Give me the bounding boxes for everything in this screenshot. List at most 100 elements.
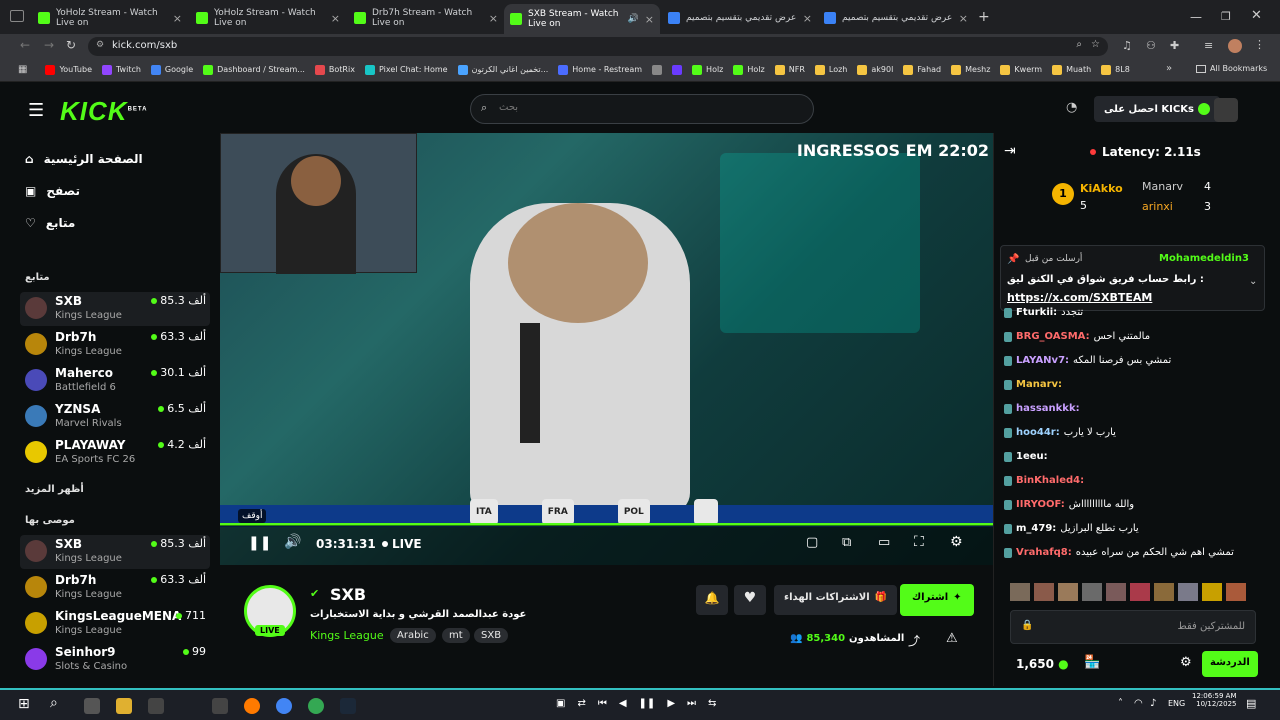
tag-chip[interactable]: Arabic: [390, 628, 436, 643]
bookmark-item[interactable]: Home - Restream: [558, 64, 642, 75]
bookmark-item[interactable]: Holz: [692, 64, 723, 75]
url-field[interactable]: ⚙ kick.com/sxb ⌕ ☆: [88, 37, 1108, 56]
puzzle-icon[interactable]: ✚: [1170, 39, 1179, 52]
bookmark-item[interactable]: ak90l: [857, 64, 893, 75]
bookmark-item[interactable]: Google: [150, 64, 193, 75]
chat-input[interactable]: 🔒 للمشتركين فقط: [1010, 610, 1256, 644]
star-icon[interactable]: ☆: [1091, 39, 1100, 50]
chat-username[interactable]: m_479:: [1016, 523, 1056, 534]
search-icon[interactable]: ⌕: [50, 695, 58, 711]
notifications-icon[interactable]: ◔: [1066, 100, 1077, 115]
get-kicks-button[interactable]: احصل على KICKs: [1094, 96, 1220, 122]
skip-back-icon[interactable]: ⏮: [598, 698, 607, 709]
leaderboard-name[interactable]: Manarv: [1142, 180, 1183, 193]
sidebar-channel[interactable]: PLAYAWAY EA Sports FC 26 4.2 ألف: [20, 436, 210, 470]
follow-heart-button[interactable]: ♥: [734, 585, 766, 615]
tag-chip[interactable]: SXB: [474, 628, 509, 643]
audio-icon[interactable]: 🔊: [628, 14, 639, 24]
site-info-icon[interactable]: ⚙: [96, 40, 104, 50]
browser-tab[interactable]: YoHolz Stream - Watch Live on ×: [190, 6, 346, 30]
minimize-button[interactable]: —: [1190, 10, 1202, 24]
steam-icon[interactable]: [340, 698, 356, 714]
file-explorer-icon[interactable]: [116, 698, 132, 714]
nav-browse[interactable]: ▣ تصفح: [25, 184, 80, 198]
settings-icon[interactable]: ⚙: [950, 534, 963, 550]
skip-forward-icon[interactable]: ⏭: [687, 698, 696, 709]
chat-username[interactable]: BinKhaled4:: [1016, 475, 1084, 486]
sidebar-channel[interactable]: Drb7h Kings League 63.3 ألف: [20, 571, 210, 605]
repeat-icon[interactable]: ⇆: [708, 698, 716, 709]
store-icon[interactable]: 🏪: [1084, 655, 1100, 670]
theater-mode-icon[interactable]: ▭: [878, 535, 890, 550]
bookmark-item[interactable]: Kwerm: [1000, 64, 1042, 75]
search-input[interactable]: ⌕ بحث: [470, 94, 814, 124]
close-icon[interactable]: ×: [173, 12, 182, 25]
windows-start-icon[interactable]: ⊞: [18, 696, 30, 712]
pinned-link[interactable]: https://x.com/SXBTEAM: [1007, 291, 1152, 304]
notification-bell-button[interactable]: 🔔: [696, 585, 728, 615]
browser-tab[interactable]: Drb7h Stream - Watch Live on ×: [348, 6, 504, 30]
send-chat-button[interactable]: الدردشة: [1202, 651, 1258, 677]
emote[interactable]: [1226, 583, 1246, 601]
chat-username[interactable]: LAYANv7:: [1016, 355, 1069, 366]
all-bookmarks-button[interactable]: All Bookmarks: [1196, 64, 1267, 73]
bookmark-item[interactable]: Fahad: [903, 64, 941, 75]
emote[interactable]: [1082, 583, 1102, 601]
close-icon[interactable]: ×: [803, 12, 812, 25]
bookmark-item[interactable]: Twitch: [101, 64, 141, 75]
firefox-icon[interactable]: [244, 698, 260, 714]
app-icon[interactable]: [148, 698, 164, 714]
play-forward-icon[interactable]: ▶: [667, 698, 675, 709]
maximize-button[interactable]: ❐: [1221, 10, 1231, 23]
bookmark-item[interactable]: Meshz: [951, 64, 990, 75]
user-avatar[interactable]: [1214, 98, 1238, 122]
chat-username[interactable]: Vrahafq8:: [1016, 547, 1072, 558]
clock[interactable]: 12:06:59 AM 10/12/2025: [1192, 692, 1237, 708]
bookmark-item[interactable]: [672, 64, 683, 75]
bookmark-item[interactable]: NFR: [774, 64, 805, 75]
menu-list-icon[interactable]: ≡: [1204, 39, 1213, 52]
chat-settings-icon[interactable]: ⚙: [1180, 655, 1192, 670]
kick-logo[interactable]: KICKBETA: [60, 96, 147, 127]
emote[interactable]: [1130, 583, 1150, 601]
close-icon[interactable]: ×: [959, 12, 968, 25]
notification-center-icon[interactable]: ▤: [1246, 697, 1256, 710]
apps-grid-icon[interactable]: ▦: [18, 64, 27, 75]
emote[interactable]: [1154, 583, 1174, 601]
chat-username[interactable]: Manarv:: [1016, 379, 1062, 390]
expand-icon[interactable]: ⌄: [1249, 276, 1257, 287]
chat-username[interactable]: BRG_OASMA:: [1016, 331, 1090, 342]
subscribe-button[interactable]: اشتراك ✦: [900, 584, 974, 616]
nav-home[interactable]: ⌂ الصفحة الرئيسية: [25, 152, 143, 166]
settings-app-icon[interactable]: [84, 698, 100, 714]
collapse-chat-icon[interactable]: ⇥: [1004, 143, 1016, 159]
bookmark-item[interactable]: YouTube: [45, 64, 92, 75]
media-app-icon[interactable]: ▣: [556, 698, 565, 709]
sidebar-channel[interactable]: Seinhor9 Slots & Casino 99: [20, 643, 210, 677]
shuffle-icon[interactable]: ⇄: [577, 698, 585, 709]
emote[interactable]: [1010, 583, 1030, 601]
tray-chevron-icon[interactable]: ˄: [1118, 698, 1123, 709]
report-icon[interactable]: ⚠: [946, 631, 958, 646]
nav-following[interactable]: ♡ متابع: [25, 216, 75, 230]
bookmark-item[interactable]: Muath: [1052, 64, 1091, 75]
bookmark-item[interactable]: تخمين اغاني الكرتون...: [457, 64, 548, 75]
close-icon[interactable]: ×: [331, 12, 340, 25]
sidebar-channel[interactable]: SXB Kings League 85.3 ألف: [20, 292, 210, 326]
media-icon[interactable]: ♫: [1122, 39, 1132, 52]
sidebar-channel[interactable]: Maherco Battlefield 6 30.1 ألف: [20, 364, 210, 398]
app-icon[interactable]: [212, 698, 228, 714]
bookmark-item[interactable]: Pixel Chat: Home: [364, 64, 448, 75]
volume-icon[interactable]: 🔊: [284, 534, 301, 550]
kebab-menu-icon[interactable]: ⋮: [1254, 38, 1265, 51]
network-icon[interactable]: ◠: [1134, 698, 1143, 709]
bookmark-item[interactable]: [652, 64, 663, 75]
tab-search-icon[interactable]: [10, 10, 24, 22]
pause-button[interactable]: ❚❚: [248, 535, 271, 551]
new-tab-button[interactable]: +: [978, 9, 990, 25]
bookmark-item[interactable]: Holz: [733, 64, 765, 75]
sidebar-channel[interactable]: SXB Kings League 85.3 ألف: [20, 535, 210, 569]
chat-username[interactable]: hoo44r:: [1016, 427, 1060, 438]
leaderboard-name[interactable]: KiAkko: [1080, 182, 1123, 195]
gift-subs-button[interactable]: الاشتراكات الهداء 🎁: [774, 585, 898, 615]
